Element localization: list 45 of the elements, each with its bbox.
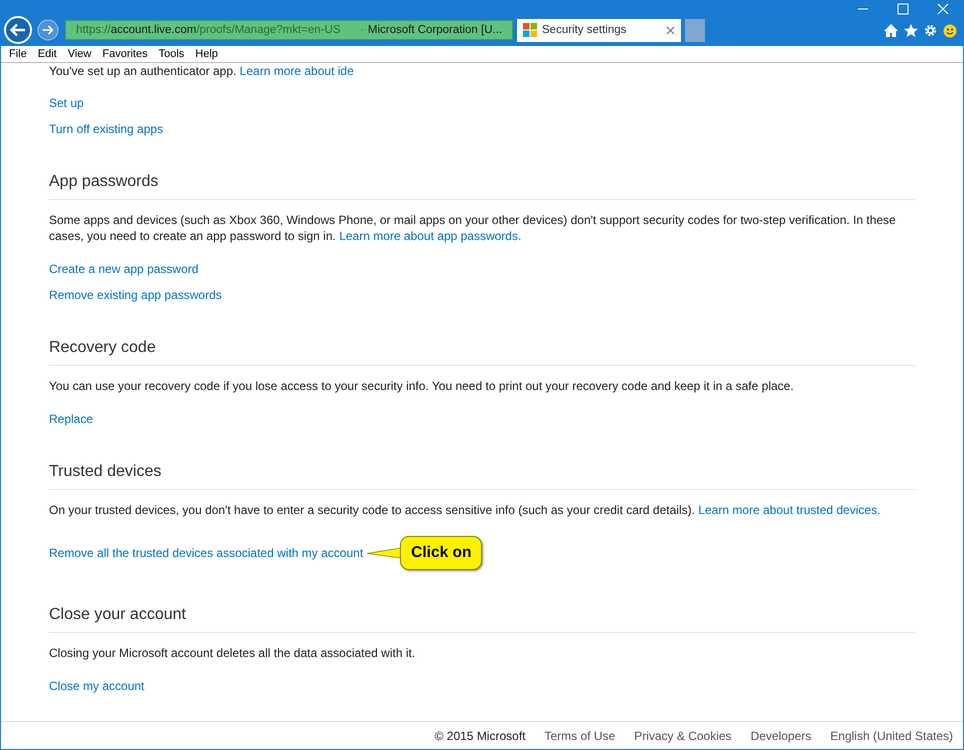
settings-icon[interactable] [924,24,937,37]
url-text: https://account.live.com/proofs/Manage?mkt=en-US [76,24,340,36]
section-description: Closing your Microsoft account deletes all the data associated with it. [49,645,416,661]
section-heading: Recovery code [49,337,915,366]
maximize-icon[interactable] [897,3,909,15]
smiley-icon[interactable] [943,24,957,38]
home-icon[interactable] [884,24,898,37]
learn-more-link[interactable]: Learn more about trusted devices. [698,503,880,517]
footer-link[interactable]: Terms of Use [544,728,616,742]
browser-tab[interactable]: Security settings [517,18,681,42]
footer-link[interactable]: Developers [750,728,812,742]
section-description: Some apps and devices (such as Xbox 360, Windows Phone, or mail apps on your other devices) don't support security codes for two-step verification. In these cases, you need to create an app password to sign in. Learn more about app passwords. [49,212,897,244]
footer-link[interactable]: English (United States) [830,728,953,742]
learn-more-link[interactable]: Learn more about ide [240,64,354,78]
section-heading: App passwords [49,171,915,200]
close-icon[interactable] [937,3,949,15]
action-link[interactable]: Remove existing app passwords [49,287,222,303]
menu-item[interactable]: File [9,48,27,60]
intro-text: You've set up an authenticator app. Learn more about ide [49,63,355,79]
menu-item[interactable]: View [68,48,92,60]
action-link[interactable]: Remove all the trusted devices associated with my account [49,545,364,561]
star-icon[interactable] [904,24,918,37]
action-link[interactable]: Set up [49,95,84,111]
windows-logo-icon [523,23,537,37]
action-link[interactable]: Turn off existing apps [49,121,164,137]
section-description: You can use your recovery code if you lose access to your security info. You need to print out your recovery code and keep it in a safe place. [49,378,795,394]
action-link[interactable]: Create a new app password [49,261,198,277]
back-arrow-icon[interactable] [3,15,33,45]
action-link[interactable]: Replace [49,411,94,427]
close-tab-icon[interactable] [666,26,675,34]
section-description: On your trusted devices, you don't have to enter a security code to access sensitive info (such as your credit card details). Learn more about trusted devices. [49,502,882,518]
site-identity[interactable]: Microsoft Corporation [U... [368,24,502,36]
learn-more-link[interactable]: Learn more about app passwords. [339,229,522,243]
section-heading: Close your account [49,604,915,633]
callout-bubble: Click on [400,536,482,570]
callout-pointer [367,547,402,559]
menu-item[interactable]: Tools [158,48,184,60]
action-link[interactable]: Close my account [49,678,144,694]
footer-link[interactable]: Privacy & Cookies [634,728,732,742]
menu-item[interactable]: Edit [38,48,57,60]
copyright-text: © 2015 Microsoft [434,728,526,742]
menu-item[interactable]: Favorites [102,48,148,60]
address-bar[interactable]: https://account.live.com/proofs/Manage?mkt=en-US Microsoft Corporation [U... [65,20,513,40]
section-heading: Trusted devices [49,461,915,490]
menu-item[interactable]: Help [195,48,218,60]
